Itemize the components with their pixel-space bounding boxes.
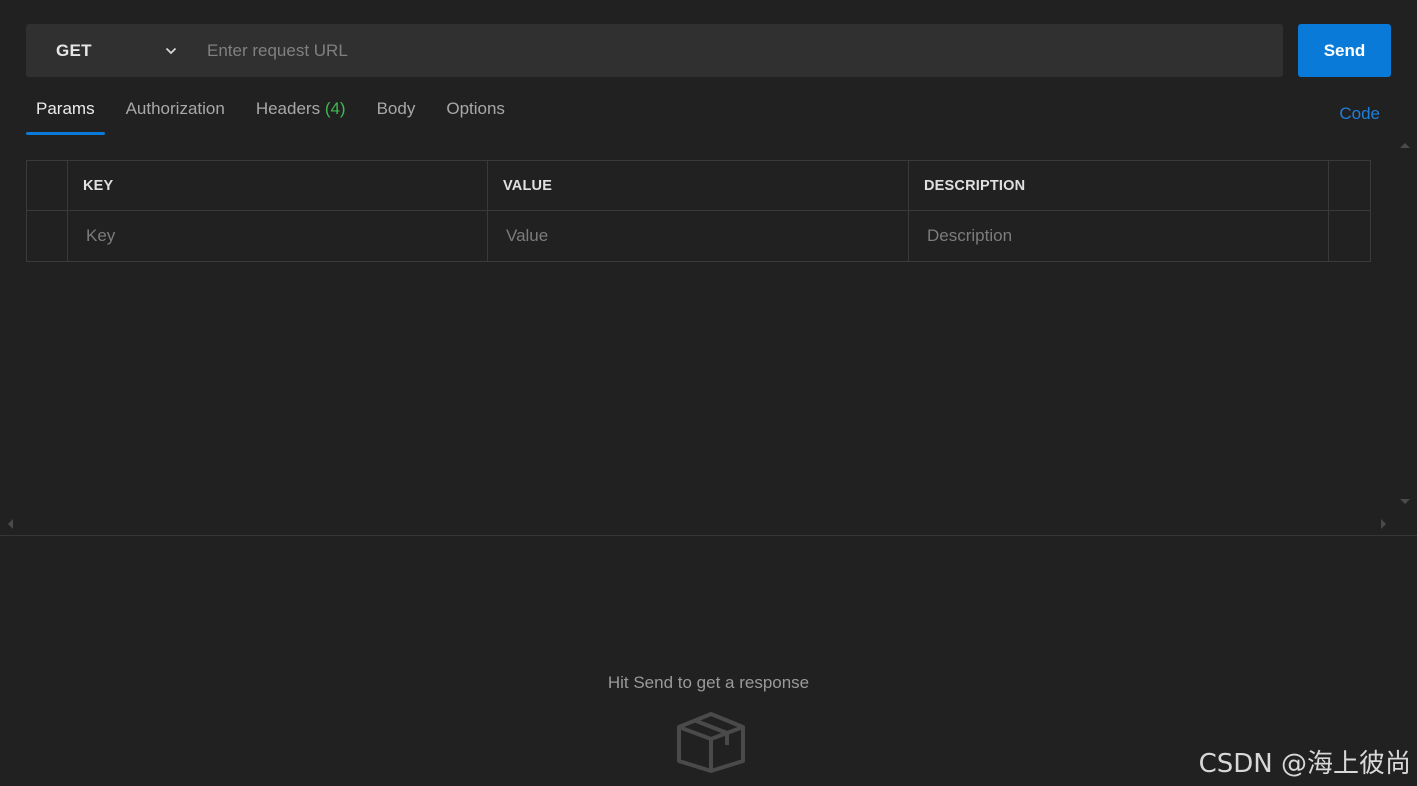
tab-body-label: Body — [376, 99, 416, 118]
response-hint: Hit Send to get a response — [607, 673, 810, 692]
tab-options[interactable]: Options — [436, 96, 515, 133]
description-cell — [908, 210, 1329, 262]
value-column-header: VALUE — [487, 160, 909, 211]
tab-authorization[interactable]: Authorization — [116, 96, 235, 133]
headers-count-badge: (4) — [324, 99, 346, 118]
tab-body[interactable]: Body — [367, 96, 426, 133]
scroll-left-arrow[interactable] — [8, 519, 13, 529]
key-cell — [67, 210, 488, 262]
chevron-down-icon — [165, 47, 177, 55]
request-bar: GET — [26, 23, 1283, 78]
scroll-right-arrow[interactable] — [1381, 519, 1386, 529]
scroll-up-arrow[interactable] — [1400, 143, 1410, 148]
params-table: KEY VALUE DESCRIPTION — [26, 160, 1371, 262]
value-cell — [487, 210, 909, 262]
key-column-header: KEY — [67, 160, 488, 211]
box-icon — [676, 711, 746, 778]
watermark: CSDN @海上彼尚 — [1198, 749, 1411, 779]
tab-options-label: Options — [446, 99, 505, 118]
table-row — [26, 210, 1371, 262]
row-select-header — [26, 160, 68, 211]
description-input[interactable] — [925, 225, 1311, 247]
bulk-edit-header — [1328, 160, 1371, 211]
value-input[interactable] — [504, 225, 891, 247]
send-button[interactable]: Send — [1298, 24, 1391, 77]
key-input[interactable] — [84, 225, 470, 247]
tab-authorization-label: Authorization — [125, 99, 225, 118]
method-select[interactable]: GET — [26, 24, 191, 77]
tab-headers-label: Headers — [255, 99, 321, 118]
scroll-down-arrow[interactable] — [1400, 499, 1410, 504]
description-column-header: DESCRIPTION — [908, 160, 1329, 211]
tab-params[interactable]: Params — [26, 96, 105, 135]
tab-headers[interactable]: Headers (4) — [246, 96, 356, 133]
pane-divider[interactable] — [0, 535, 1417, 536]
tab-params-label: Params — [36, 99, 95, 118]
params-header-row: KEY VALUE DESCRIPTION — [26, 160, 1371, 211]
row-checkbox-cell — [26, 210, 68, 262]
method-label: GET — [56, 40, 92, 60]
code-link[interactable]: Code — [1339, 104, 1380, 124]
url-input[interactable] — [191, 23, 1283, 78]
row-actions-cell — [1328, 210, 1371, 262]
request-tabs: Params Authorization Headers (4) Body Op… — [26, 96, 526, 136]
